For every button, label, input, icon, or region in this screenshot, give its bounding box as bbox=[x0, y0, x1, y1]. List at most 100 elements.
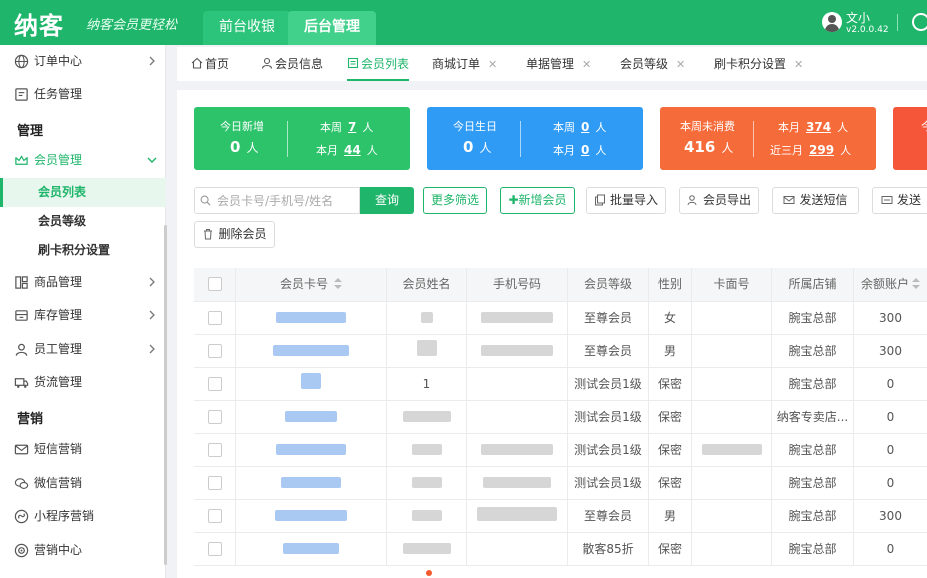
tab-label: 会员等级 bbox=[620, 57, 669, 71]
sidebar-item-task[interactable]: 任务管理 bbox=[0, 78, 166, 111]
table-row[interactable]: 测试会员1级 保密 腕宝总部 0 bbox=[194, 434, 927, 467]
close-icon[interactable]: ✕ bbox=[488, 58, 497, 71]
cell-card-no bbox=[236, 533, 387, 565]
cell-card-face bbox=[692, 467, 772, 499]
cell-name bbox=[387, 302, 467, 334]
button-label: 删除会员 bbox=[218, 227, 267, 241]
truck-icon bbox=[14, 378, 29, 388]
top-tab-back-management[interactable]: 后台管理 bbox=[288, 11, 376, 45]
tab-home[interactable]: 首页 bbox=[191, 47, 229, 81]
stat-divider bbox=[753, 121, 754, 157]
column-header-card-no[interactable]: 会员卡号 bbox=[236, 268, 387, 301]
sidebar-sub-member-level[interactable]: 会员等级 bbox=[0, 207, 166, 236]
cell-card-face bbox=[692, 533, 772, 565]
row-checkbox[interactable] bbox=[207, 509, 222, 523]
mail-icon bbox=[14, 444, 29, 455]
stat-value: 0人 bbox=[230, 138, 259, 156]
row-checkbox[interactable] bbox=[207, 542, 222, 556]
cell-card-face bbox=[692, 335, 772, 367]
sidebar-scrollbar[interactable] bbox=[164, 225, 167, 565]
sort-icon[interactable] bbox=[334, 278, 342, 290]
sidebar-item-miniprogram-marketing[interactable]: 小程序营销 bbox=[0, 500, 166, 533]
sidebar-item-member[interactable]: 会员管理 bbox=[0, 144, 166, 177]
row-checkbox[interactable] bbox=[207, 344, 222, 358]
tab-member-info[interactable]: 会员信息 bbox=[261, 47, 323, 81]
sidebar-section-marketing: 营销 bbox=[17, 412, 44, 427]
query-button[interactable]: 查询 bbox=[360, 187, 414, 214]
select-all-cell bbox=[194, 268, 236, 301]
sidebar-item-label: 小程序营销 bbox=[34, 509, 95, 523]
sidebar-item-logistics[interactable]: 货流管理 bbox=[0, 366, 166, 399]
table-row[interactable]: 至尊会员 男 腕宝总部 300 bbox=[194, 335, 927, 368]
sidebar-sub-card-points[interactable]: 刷卡积分设置 bbox=[0, 236, 166, 265]
sidebar-item-label: 营销中心 bbox=[34, 543, 83, 557]
stat-title: 今日新增 bbox=[220, 120, 264, 133]
table-row[interactable]: 测试会员1级 保密 纳客专卖店... 0 bbox=[194, 401, 927, 434]
sidebar-item-staff[interactable]: 员工管理 bbox=[0, 333, 166, 366]
tab-mall-order[interactable]: 商城订单 ✕ bbox=[432, 47, 497, 81]
table-row[interactable]: 测试会员1级 保密 腕宝总部 0 bbox=[194, 467, 927, 500]
stat-card-partial[interactable]: 今 bbox=[893, 107, 927, 170]
cell-phone bbox=[467, 401, 568, 433]
stat-week: 本周 0 人 bbox=[553, 120, 607, 134]
row-select-cell bbox=[194, 434, 236, 466]
sidebar-item-order-center[interactable]: 订单中心 bbox=[0, 45, 166, 78]
tab-card-points[interactable]: 刷卡积分设置 ✕ bbox=[714, 47, 803, 81]
row-checkbox[interactable] bbox=[207, 377, 222, 391]
row-select-cell bbox=[194, 500, 236, 532]
search-input[interactable] bbox=[217, 188, 357, 213]
user-name[interactable]: 文小 bbox=[846, 9, 870, 26]
close-icon[interactable]: ✕ bbox=[676, 58, 685, 71]
top-bar: 纳客 纳客会员更轻松 前台收银 后台管理 文小 v2.0.0.42 bbox=[0, 0, 927, 45]
sidebar-item-inventory[interactable]: 库存管理 bbox=[0, 299, 166, 332]
table-row[interactable]: 至尊会员 女 腕宝总部 300 bbox=[194, 302, 927, 335]
tab-label: 会员列表 bbox=[361, 57, 410, 71]
stat-card-new-today[interactable]: 今日新增 0人 本周 7 人 本月 44 人 bbox=[194, 107, 410, 170]
close-icon[interactable]: ✕ bbox=[794, 58, 803, 71]
tab-member-level[interactable]: 会员等级 ✕ bbox=[620, 47, 685, 81]
delete-member-button[interactable]: 删除会员 bbox=[194, 221, 275, 248]
row-checkbox[interactable] bbox=[207, 410, 222, 424]
sidebar-item-sms-marketing[interactable]: 短信营销 bbox=[0, 433, 166, 466]
tab-receipt-management[interactable]: 单据管理 ✕ bbox=[526, 47, 591, 81]
sidebar-item-wechat-marketing[interactable]: 微信营销 bbox=[0, 467, 166, 500]
batch-import-button[interactable]: 批量导入 bbox=[586, 187, 666, 214]
column-header-balance[interactable]: 余额账户 bbox=[854, 268, 927, 301]
sort-icon[interactable] bbox=[912, 278, 920, 290]
sidebar-item-marketing-center[interactable]: 营销中心 bbox=[0, 534, 166, 567]
table-row[interactable]: 至尊会员 男 腕宝总部 300 bbox=[194, 500, 927, 533]
row-checkbox[interactable] bbox=[207, 476, 222, 490]
close-icon[interactable]: ✕ bbox=[582, 58, 591, 71]
column-header-level: 会员等级 bbox=[568, 268, 649, 301]
add-member-button[interactable]: ✚新增会员 bbox=[500, 187, 575, 214]
cell-level: 至尊会员 bbox=[568, 500, 649, 532]
avatar[interactable] bbox=[822, 12, 842, 32]
send-more-button[interactable]: 发送 bbox=[872, 187, 927, 214]
button-label: 发送短信 bbox=[799, 193, 848, 207]
table-row[interactable]: 1 测试会员1级 保密 腕宝总部 0 bbox=[194, 368, 927, 401]
row-checkbox[interactable] bbox=[207, 443, 222, 457]
app-version: v2.0.0.42 bbox=[846, 25, 889, 35]
send-sms-button[interactable]: 发送短信 bbox=[772, 187, 859, 214]
stat-title: 今日生日 bbox=[453, 120, 497, 133]
sidebar-sub-member-list[interactable]: 会员列表 bbox=[0, 178, 166, 207]
select-all-checkbox[interactable] bbox=[207, 277, 222, 291]
tab-member-list[interactable]: 会员列表 bbox=[347, 47, 410, 81]
settings-icon[interactable] bbox=[912, 13, 927, 31]
export-member-button[interactable]: 会员导出 bbox=[679, 187, 759, 214]
cell-level: 测试会员1级 bbox=[568, 467, 649, 499]
stat-card-birthday-today[interactable]: 今日生日 0人 本周 0 人 本月 0 人 bbox=[427, 107, 643, 170]
more-filter-button[interactable]: 更多筛选 bbox=[423, 187, 487, 214]
stat-card-no-consumption[interactable]: 本周未消费 416 人 本月 374 人 近三月 299 人 bbox=[660, 107, 876, 170]
row-checkbox[interactable] bbox=[207, 311, 222, 325]
chevron-right-icon bbox=[149, 344, 155, 354]
sidebar-item-product[interactable]: 商品管理 bbox=[0, 266, 166, 299]
table-row[interactable]: 散客85折 保密 腕宝总部 0 bbox=[194, 533, 927, 566]
wechat-icon bbox=[14, 478, 29, 489]
row-select-cell bbox=[194, 302, 236, 334]
cell-gender: 保密 bbox=[649, 533, 692, 565]
cell-phone bbox=[467, 434, 568, 466]
cell-phone bbox=[467, 302, 568, 334]
top-tab-front-cashier[interactable]: 前台收银 bbox=[203, 11, 291, 45]
search-box bbox=[194, 187, 360, 214]
